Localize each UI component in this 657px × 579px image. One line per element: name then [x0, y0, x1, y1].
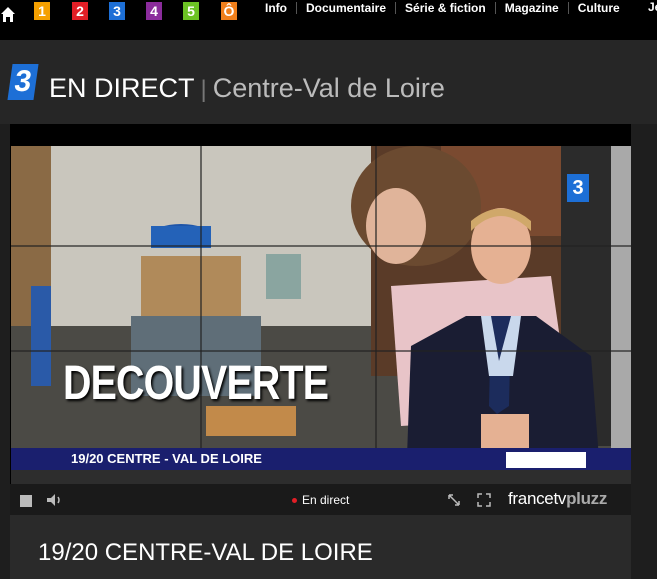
- live-dot-icon: [292, 497, 297, 503]
- channel-5-logo[interactable]: 5: [183, 2, 199, 20]
- channel-2-logo[interactable]: 2: [72, 2, 88, 20]
- francetv-pluzz-logo: francetvpluzz: [508, 489, 607, 509]
- nav-magazine[interactable]: Magazine: [496, 0, 568, 20]
- nav-info[interactable]: Info: [256, 0, 296, 20]
- channel-1-logo[interactable]: 1: [34, 2, 50, 20]
- volume-icon[interactable]: [46, 493, 64, 507]
- france3-logo: 3: [7, 64, 39, 100]
- video-overlay-text: DECOUVERTE: [63, 357, 329, 410]
- player-controls: En direct francetvpluzz: [10, 484, 631, 515]
- home-icon[interactable]: [0, 4, 16, 24]
- fullscreen-icon[interactable]: [477, 493, 491, 507]
- top-navigation: 1 2 3 4 5 Ô Info Documentaire Série & fi…: [0, 0, 657, 40]
- page-title: EN DIRECT | Centre-Val de Loire: [49, 72, 445, 106]
- nav-links: Info Documentaire Série & fiction Magazi…: [256, 0, 629, 20]
- nav-documentaire[interactable]: Documentaire: [297, 0, 395, 20]
- live-label: EN DIRECT: [49, 73, 195, 103]
- video-frame[interactable]: DECOUVERTE 19/20 CENTRE - VAL DE LOIRE 3: [11, 146, 631, 484]
- nav-serie-fiction[interactable]: Série & fiction: [396, 0, 495, 20]
- channel-3-logo[interactable]: 3: [109, 2, 125, 20]
- live-indicator-label: En direct: [302, 493, 350, 507]
- brand-sub: pluzz: [566, 489, 608, 508]
- title-separator: |: [200, 76, 207, 103]
- stop-button[interactable]: [20, 495, 32, 507]
- region-name: Centre-Val de Loire: [212, 73, 445, 103]
- nav-culture[interactable]: Culture: [569, 0, 629, 20]
- lower-third-text: 19/20 CENTRE - VAL DE LOIRE: [71, 451, 262, 466]
- channel-4-logo[interactable]: 4: [146, 2, 162, 20]
- brand-main: francetv: [508, 489, 567, 508]
- shrink-icon[interactable]: [447, 493, 461, 507]
- live-indicator: En direct: [292, 493, 349, 507]
- channel-bug-icon: 3: [572, 177, 584, 199]
- program-title: 19/20 CENTRE-VAL DE LOIRE: [38, 539, 373, 566]
- nav-overflow-item[interactable]: Je: [648, 0, 657, 14]
- channel-o-logo[interactable]: Ô: [221, 2, 237, 20]
- program-info: 19/20 CENTRE-VAL DE LOIRE: [10, 515, 631, 579]
- video-still: [11, 146, 631, 484]
